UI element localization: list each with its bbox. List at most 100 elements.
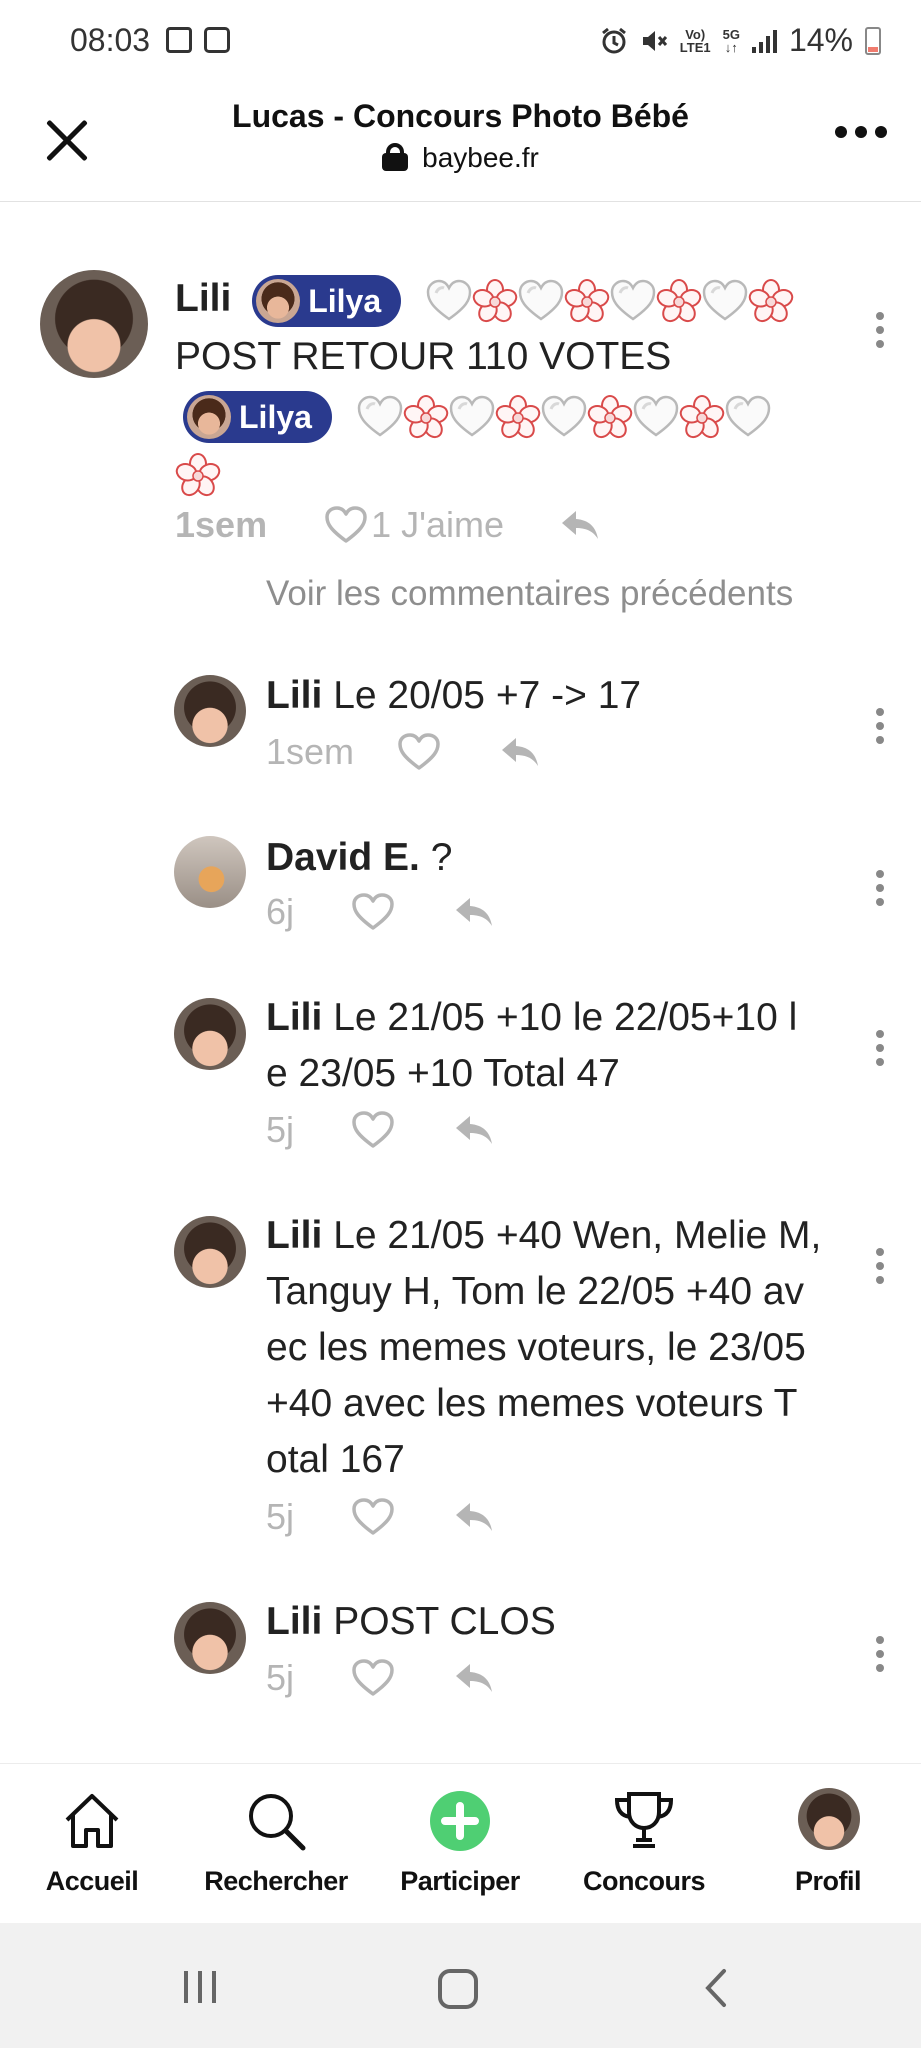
flower-icon [495, 395, 541, 439]
status-time: 08:03 [70, 22, 151, 58]
white-heart-icon [449, 395, 495, 439]
nav-search[interactable]: Rechercher [184, 1764, 368, 1924]
reply-icon[interactable] [452, 1499, 496, 1535]
comment-options-icon[interactable] [876, 312, 884, 348]
recent-apps-icon[interactable] [180, 1967, 220, 2007]
page-title: Lucas - Concours Photo Bébé [232, 98, 689, 134]
avatar[interactable] [40, 270, 148, 378]
nav-profile[interactable]: Profil [736, 1764, 920, 1924]
reply-text: David E. ? [266, 836, 453, 879]
plus-circle-icon [430, 1791, 490, 1851]
nav-contests[interactable]: Concours [552, 1764, 736, 1924]
comment-time: 1sem [175, 504, 268, 545]
flower-icon [748, 279, 794, 323]
home-icon [65, 1794, 119, 1848]
nav-home[interactable]: Accueil [0, 1764, 184, 1924]
avatar [187, 394, 231, 439]
battery-icon [865, 26, 881, 55]
comment-author[interactable]: Lili [175, 277, 231, 320]
status-bar: 08:03 Vo) LTE1 5G ↓↑ 14% [0, 0, 921, 84]
bottom-navigation: Accueil Rechercher Participer Concours P… [0, 1763, 921, 1923]
comment-time: 5j [266, 1109, 295, 1150]
comment-time: 1sem [266, 731, 355, 772]
like-heart-icon[interactable] [398, 733, 440, 771]
like-heart-icon[interactable] [325, 506, 367, 544]
home-button-icon[interactable] [436, 1967, 480, 2011]
flower-icon [564, 279, 610, 323]
comment-time: 5j [266, 1496, 295, 1537]
white-heart-icon [702, 279, 748, 323]
avatar [256, 278, 301, 323]
comment-options-icon[interactable] [876, 1030, 884, 1066]
status-right: Vo) LTE1 5G ↓↑ 14% [600, 22, 881, 59]
more-options-icon[interactable] [835, 126, 887, 138]
white-heart-icon [518, 279, 564, 323]
white-heart-icon [633, 395, 679, 439]
system-navigation-bar [0, 1923, 921, 2048]
comment-author[interactable]: Lili [266, 674, 322, 717]
mention-tag[interactable]: Lilya [252, 274, 402, 327]
reply-icon[interactable] [452, 1660, 496, 1696]
white-heart-icon [725, 395, 771, 439]
avatar[interactable] [174, 998, 246, 1070]
like-heart-icon[interactable] [352, 893, 394, 931]
avatar [798, 1788, 860, 1850]
comment-author[interactable]: David E. [266, 836, 420, 879]
lock-icon [382, 143, 409, 171]
comment-actions: 1sem 1 J'aime [175, 500, 602, 550]
reply-actions: 5j [266, 1493, 496, 1541]
mention-tag[interactable]: Lilya [183, 390, 332, 443]
reply-actions: 5j [266, 1654, 496, 1702]
comment-options-icon[interactable] [876, 1636, 884, 1672]
comment-time: 5j [266, 1657, 295, 1698]
page-url: baybee.fr [0, 142, 921, 174]
flower-icon [679, 395, 725, 439]
reply-text: Lili POST CLOS [266, 1600, 556, 1643]
reply-icon[interactable] [558, 507, 602, 543]
like-heart-icon[interactable] [352, 1498, 394, 1536]
trophy-icon [614, 1792, 674, 1848]
white-heart-icon [541, 395, 587, 439]
reply-icon[interactable] [498, 734, 542, 770]
previous-comments-link[interactable]: Voir les commentaires précédents [266, 574, 793, 614]
comment-options-icon[interactable] [876, 708, 884, 744]
flower-icon [403, 395, 449, 439]
comment-options-icon[interactable] [876, 1248, 884, 1284]
comment-author[interactable]: Lili [266, 1600, 322, 1643]
avatar[interactable] [174, 836, 246, 908]
reply-icon[interactable] [452, 1112, 496, 1148]
clock-app-icon [204, 27, 230, 53]
flower-icon [472, 279, 518, 323]
avatar[interactable] [174, 675, 246, 747]
like-heart-icon[interactable] [352, 1659, 394, 1697]
white-heart-icon [357, 395, 403, 439]
search-icon [249, 1794, 306, 1851]
comment-author[interactable]: Lili [266, 1214, 322, 1257]
status-notification-icons [166, 27, 230, 53]
alarm-icon [601, 27, 626, 53]
nav-participate[interactable]: Participer [368, 1764, 552, 1924]
comment-author[interactable]: Lili [266, 996, 322, 1039]
reply-text: Lili Le 21/05 +40 Wen, Melie M, Tanguy H… [266, 1214, 822, 1481]
comment-options-icon[interactable] [876, 870, 884, 906]
mute-icon [642, 30, 667, 51]
avatar[interactable] [174, 1216, 246, 1288]
reply-icon[interactable] [452, 894, 496, 930]
url-text: baybee.fr [422, 142, 539, 173]
white-heart-icon [426, 279, 472, 323]
lte-indicator: Vo) LTE1 [679, 26, 711, 55]
network-5g-indicator: 5G ↓↑ [722, 26, 740, 55]
reply-actions: 5j [266, 1106, 496, 1154]
like-heart-icon[interactable] [352, 1111, 394, 1149]
white-heart-icon [610, 279, 656, 323]
avatar[interactable] [174, 1602, 246, 1674]
reply-actions: 6j [266, 888, 496, 936]
reply-text: Lili Le 20/05 +7 -> 17 [266, 674, 642, 717]
like-count[interactable]: 1 J'aime [371, 504, 504, 546]
flower-icon [587, 395, 633, 439]
back-icon[interactable] [700, 1967, 730, 2009]
flower-icon [175, 453, 221, 497]
reply-text: Lili Le 21/05 +10 le 22/05+10 l e 23/05 … [266, 996, 798, 1095]
browser-header: Lucas - Concours Photo Bébé baybee.fr [0, 84, 921, 202]
voicemail-icon [166, 27, 192, 53]
